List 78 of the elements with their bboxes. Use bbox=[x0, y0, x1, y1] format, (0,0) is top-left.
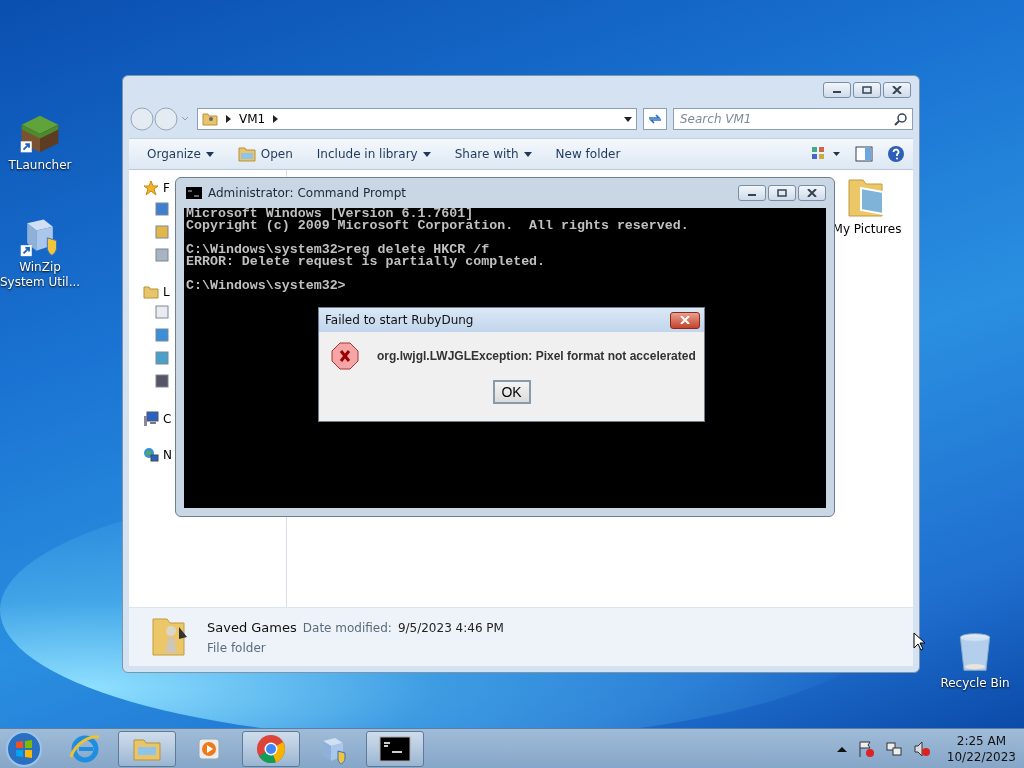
address-bar[interactable]: VM1 bbox=[197, 108, 637, 130]
start-button[interactable] bbox=[4, 729, 44, 768]
maximize-icon bbox=[862, 86, 872, 94]
desktop-icon-label[interactable]: Recycle Bin bbox=[940, 676, 1010, 691]
maximize-button[interactable] bbox=[853, 82, 881, 98]
nav-item[interactable]: C bbox=[163, 412, 172, 426]
console-line: Microsoft Windows [Version 6.1.7601] bbox=[186, 208, 474, 220]
error-icon bbox=[331, 342, 359, 370]
folder-icon bbox=[237, 146, 256, 162]
breadcrumb-arrow-icon bbox=[226, 115, 231, 123]
dropdown-arrow-icon bbox=[422, 151, 431, 157]
nav-item[interactable]: F bbox=[163, 181, 170, 195]
help-icon[interactable] bbox=[887, 145, 905, 163]
computer-icon bbox=[143, 411, 159, 427]
toolbar-button[interactable]: Include in library bbox=[306, 143, 441, 165]
toolbar-button[interactable]: Open bbox=[227, 142, 303, 166]
dialog-title: Failed to start RubyDung bbox=[325, 313, 475, 327]
console-line: C:\Windows\system32> bbox=[186, 280, 347, 292]
close-icon bbox=[892, 86, 902, 94]
refresh-icon bbox=[647, 112, 663, 126]
window-title: Administrator: Command Prompt bbox=[208, 186, 406, 200]
console-line: Copyright (c) 2009 Microsoft Corporation. All rights reserved. bbox=[186, 220, 690, 232]
library-item-icon bbox=[155, 328, 169, 342]
library-item-icon bbox=[155, 305, 169, 319]
favorite-link-icon bbox=[155, 202, 169, 216]
clock-date[interactable]: 10/22/2023 bbox=[946, 749, 1016, 765]
minimize-button[interactable] bbox=[738, 185, 766, 201]
toolbar-button[interactable]: Share with bbox=[444, 143, 542, 165]
search-icon[interactable] bbox=[894, 112, 908, 126]
console-icon[interactable] bbox=[379, 736, 411, 762]
view-options-icon[interactable] bbox=[811, 146, 841, 162]
user-folder-icon bbox=[202, 111, 218, 127]
star-icon bbox=[143, 180, 159, 196]
close-button[interactable] bbox=[798, 185, 826, 201]
file-type: File folder bbox=[207, 640, 267, 655]
nav-item[interactable]: L bbox=[163, 285, 170, 299]
date-modified-label: Date modified: bbox=[302, 620, 392, 635]
network-icon[interactable] bbox=[884, 740, 903, 758]
file-name: Saved Games bbox=[207, 619, 297, 635]
library-item-icon bbox=[155, 351, 169, 365]
close-icon bbox=[807, 189, 817, 197]
dropdown-arrow-icon[interactable] bbox=[624, 116, 632, 122]
toolbar-button[interactable]: Organize bbox=[137, 143, 224, 165]
maximize-button[interactable] bbox=[768, 185, 796, 201]
breadcrumb-arrow-icon bbox=[273, 115, 279, 123]
close-button[interactable] bbox=[670, 311, 700, 329]
console-icon bbox=[186, 187, 202, 199]
refresh-button[interactable] bbox=[643, 108, 667, 130]
breadcrumb[interactable]: VM1 bbox=[239, 112, 266, 126]
favorite-link-icon bbox=[155, 248, 169, 262]
library-item-icon bbox=[155, 374, 169, 388]
date-modified-value: 9/5/2023 4:46 PM bbox=[397, 620, 504, 635]
flag-warning-icon[interactable] bbox=[856, 740, 875, 758]
preview-pane-icon[interactable] bbox=[855, 146, 873, 162]
library-folder-icon bbox=[143, 285, 159, 299]
desktop-icon-label[interactable]: WinZip System Util... bbox=[0, 260, 81, 290]
minimize-button[interactable] bbox=[823, 82, 851, 98]
console-line: C:\Windows\system32>reg delete HKCR /f bbox=[186, 244, 490, 256]
show-hidden-icons-icon[interactable] bbox=[836, 746, 847, 752]
console-line: ERROR: Delete request is partially completed. bbox=[186, 256, 547, 268]
close-button[interactable] bbox=[883, 82, 911, 98]
toolbar-button[interactable]: New folder bbox=[545, 143, 631, 165]
dropdown-arrow-icon bbox=[205, 151, 214, 157]
clock-time[interactable]: 2:25 AM bbox=[956, 733, 1007, 749]
maximize-icon bbox=[777, 189, 787, 197]
speaker-muted-icon[interactable] bbox=[912, 740, 931, 758]
mouse-pointer-icon bbox=[913, 632, 925, 651]
chrome-icon[interactable] bbox=[255, 733, 287, 765]
favorite-link-icon bbox=[155, 225, 169, 239]
taskbar-button[interactable] bbox=[366, 731, 424, 767]
desktop-icon-label[interactable]: TLauncher bbox=[8, 158, 72, 173]
close-icon bbox=[680, 316, 690, 324]
nav-item[interactable]: N bbox=[163, 448, 172, 462]
network-icon bbox=[143, 447, 159, 463]
ok-button[interactable]: OK bbox=[492, 380, 531, 404]
dropdown-arrow-icon bbox=[523, 151, 532, 157]
error-message: org.lwjgl.LWJGLException: Pixel format not accelerated bbox=[377, 349, 696, 363]
search-field[interactable]: Search VM1 bbox=[673, 108, 913, 130]
